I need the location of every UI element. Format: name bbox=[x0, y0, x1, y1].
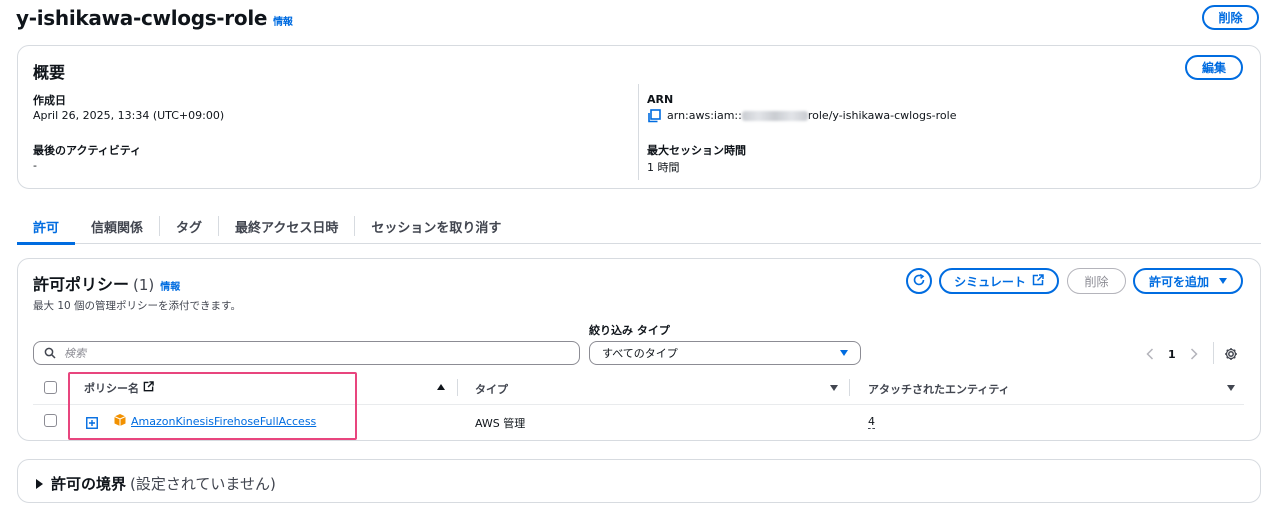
attached-entities-count[interactable]: 4 bbox=[868, 415, 875, 429]
policies-header: 許可ポリシー (1) 情報 bbox=[33, 271, 180, 295]
add-permissions-label: 許可を追加 bbox=[1148, 274, 1209, 289]
select-caret-icon bbox=[840, 350, 848, 356]
remove-policy-label: 削除 bbox=[1084, 274, 1109, 289]
arn-label: ARN bbox=[647, 93, 674, 106]
redacted-account-id bbox=[741, 110, 808, 121]
delete-role-button[interactable]: 削除 bbox=[1202, 5, 1259, 30]
page-number[interactable]: 1 bbox=[1168, 348, 1176, 361]
remove-policy-button[interactable]: 削除 bbox=[1067, 268, 1126, 294]
last-activity-value: - bbox=[33, 159, 37, 172]
search-input[interactable]: 検索 bbox=[33, 341, 580, 365]
delete-role-label: 削除 bbox=[1218, 11, 1243, 25]
policies-count: (1) bbox=[133, 276, 155, 294]
settings-gear-icon[interactable] bbox=[1224, 346, 1238, 365]
tab-permissions[interactable]: 許可 bbox=[17, 208, 76, 245]
role-tabs: 許可 信頼関係 タグ 最終アクセス日時 セッションを取り消す bbox=[17, 208, 1261, 245]
refresh-icon bbox=[912, 273, 926, 290]
add-permissions-button[interactable]: 許可を追加 bbox=[1133, 268, 1243, 294]
session-label: 最大セッション時間 bbox=[647, 144, 746, 157]
info-link[interactable]: 情報 bbox=[273, 17, 293, 28]
tab-revoke-sessions[interactable]: セッションを取り消す bbox=[355, 208, 517, 244]
search-placeholder: 検索 bbox=[64, 347, 86, 360]
highlight-annotation bbox=[68, 372, 357, 440]
filter-type-value: すべてのタイプ bbox=[602, 347, 678, 360]
tab-tags[interactable]: タグ bbox=[160, 208, 218, 244]
boundary-header[interactable]: 許可の境界 (設定されていません) bbox=[36, 473, 276, 494]
summary-divider bbox=[638, 84, 639, 180]
boundary-heading: 許可の境界 bbox=[51, 475, 127, 493]
external-link-icon bbox=[1032, 273, 1044, 289]
simulate-label: シミュレート bbox=[954, 274, 1026, 289]
boundary-status: (設定されていません) bbox=[130, 475, 276, 493]
pagination-divider bbox=[1213, 342, 1214, 364]
pagination: 1 bbox=[1146, 345, 1198, 364]
column-divider bbox=[849, 379, 850, 396]
edit-label: 編集 bbox=[1201, 61, 1226, 75]
page-title: y-ishikawa-cwlogs-role 情報 bbox=[16, 6, 293, 30]
refresh-button[interactable] bbox=[906, 268, 932, 294]
last-activity-label: 最後のアクティビティ bbox=[33, 144, 142, 157]
policies-info-link[interactable]: 情報 bbox=[160, 278, 180, 293]
summary-heading: 概要 bbox=[33, 63, 66, 82]
tab-trust-relationships[interactable]: 信頼関係 bbox=[75, 208, 159, 244]
created-label: 作成日 bbox=[33, 94, 66, 107]
column-header-type[interactable]: タイプ bbox=[475, 381, 508, 397]
filter-type-select[interactable]: すべてのタイプ bbox=[589, 341, 861, 365]
policies-heading: 許可ポリシー bbox=[33, 275, 130, 294]
select-all-checkbox[interactable] bbox=[44, 381, 57, 394]
prev-page-icon[interactable] bbox=[1146, 345, 1154, 364]
sort-ascending-icon[interactable] bbox=[437, 384, 445, 390]
session-value: 1 時間 bbox=[647, 161, 680, 174]
row-checkbox[interactable] bbox=[44, 414, 57, 427]
sort-entities-icon[interactable] bbox=[1227, 385, 1235, 391]
caret-right-icon bbox=[36, 478, 43, 489]
policy-type: AWS 管理 bbox=[475, 417, 526, 430]
next-page-icon[interactable] bbox=[1190, 345, 1198, 364]
column-divider bbox=[457, 379, 458, 396]
arn-row: arn:aws:iam:: role/y-ishikawa-cwlogs-role bbox=[647, 108, 957, 123]
simulate-button[interactable]: シミュレート bbox=[939, 268, 1059, 294]
sort-type-icon[interactable] bbox=[830, 385, 838, 391]
role-name: y-ishikawa-cwlogs-role bbox=[16, 6, 268, 30]
copy-icon[interactable] bbox=[647, 108, 661, 123]
edit-button[interactable]: 編集 bbox=[1185, 55, 1243, 80]
column-header-entities[interactable]: アタッチされたエンティティ bbox=[868, 381, 1010, 397]
created-value: April 26, 2025, 13:34 (UTC+09:00) bbox=[33, 109, 225, 122]
filter-type-label: 絞り込み タイプ bbox=[589, 324, 670, 337]
caret-down-icon bbox=[1219, 278, 1227, 284]
tab-last-accessed[interactable]: 最終アクセス日時 bbox=[219, 208, 354, 244]
arn-value: arn:aws:iam:: role/y-ishikawa-cwlogs-role bbox=[667, 108, 957, 122]
policies-description: 最大 10 個の管理ポリシーを添付できます。 bbox=[33, 300, 241, 312]
search-icon bbox=[44, 344, 56, 363]
